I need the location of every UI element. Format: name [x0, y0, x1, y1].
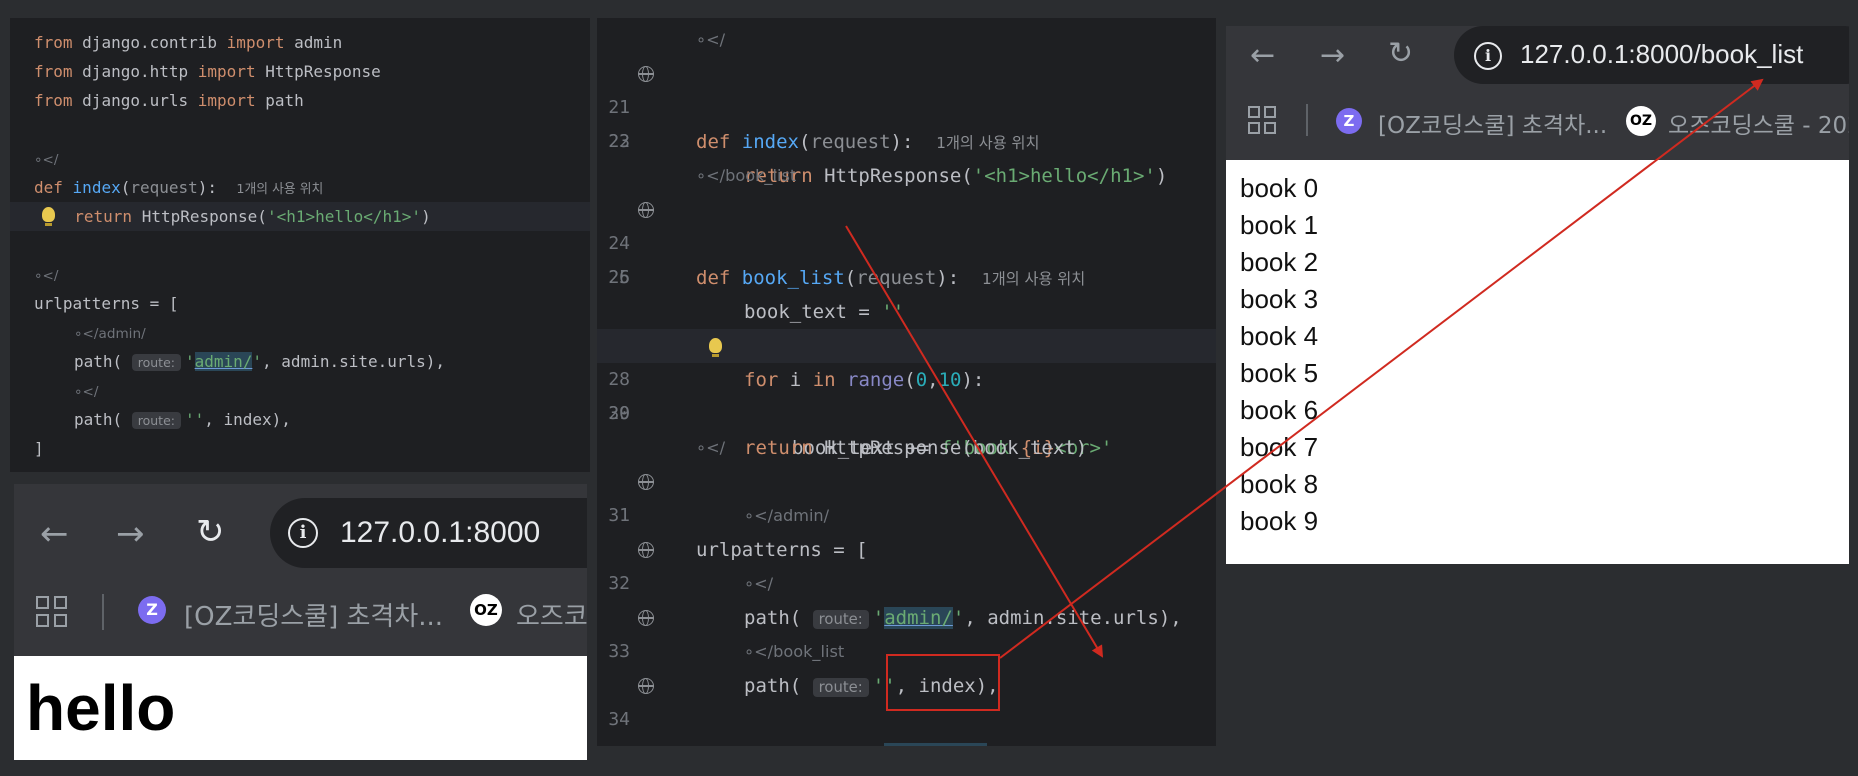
code-line-24[interactable]: 24 def book_list(request): 1개의 사용 위치	[0, 193, 1216, 289]
route-link-icon: ∘<	[696, 438, 720, 457]
book-item: book 5	[1240, 358, 1319, 388]
code-line-31[interactable]: 31 urlpatterns = [	[0, 465, 1216, 561]
book-item: book 8	[1240, 469, 1319, 499]
book-item: book 6	[1240, 395, 1319, 425]
route-hint-book-list-c2[interactable]: ∘</book_list	[0, 635, 1216, 669]
code-line-36[interactable]: 36	[0, 737, 1216, 746]
oz-z-favicon-icon: Z	[1336, 108, 1362, 134]
code-line-29[interactable]: 29 return HttpResponse(book_text)	[0, 363, 1216, 459]
apps-grid-icon[interactable]	[1248, 106, 1276, 134]
code-line-35[interactable]: 35 ]	[0, 703, 1216, 746]
code-line-28-current[interactable]: 28 book_text += f'book {i}<br>'	[597, 329, 1216, 459]
info-icon[interactable]: i	[1474, 42, 1502, 70]
route-hint-root-c3[interactable]: ∘</	[0, 567, 1216, 601]
bookmark-separator	[1306, 104, 1308, 136]
reload-icon[interactable]: ↻	[1388, 36, 1413, 71]
forward-icon[interactable]: →	[1320, 38, 1345, 73]
address-bar[interactable]: i 127.0.0.1:8000/book_list	[1454, 26, 1849, 84]
book-item: book 3	[1240, 284, 1319, 314]
web-globe-icon[interactable]	[638, 201, 654, 218]
route-link-icon: ∘<	[696, 30, 720, 49]
oz-favicon-icon: OZ	[1626, 106, 1656, 136]
route-link-icon: ∘<	[744, 506, 768, 525]
web-globe-icon[interactable]	[638, 541, 654, 558]
route-link-icon: ∘<	[744, 574, 768, 593]
route-hint-admin-c[interactable]: ∘</admin/	[0, 499, 1216, 533]
web-globe-icon[interactable]	[638, 65, 654, 82]
bookmark-ozcoding[interactable]: [OZ코딩스쿨] 초격차...	[1378, 106, 1607, 140]
url-text[interactable]: 127.0.0.1:8000/book_list	[1520, 39, 1803, 70]
code-line-34[interactable]: 34 path( route:'book_list', book_list),	[0, 669, 1216, 746]
code-line-27[interactable]: 27 for i in range(0,10):	[0, 295, 1216, 391]
route-hint-book-list-c1[interactable]: ∘</book_list	[0, 159, 1216, 193]
code-line-21[interactable]: 21 def index(request): 1개의 사용 위치	[0, 57, 1216, 153]
book-item: book 7	[1240, 432, 1319, 462]
book-list-highlight-box	[886, 654, 1000, 711]
book-item: book 9	[1240, 506, 1319, 536]
book-item: book 4	[1240, 321, 1319, 351]
code-line-30[interactable]: 30	[0, 397, 1216, 431]
route-link-icon: ∘<	[744, 642, 768, 661]
code-line-25[interactable]: 25 book_text = ''	[0, 227, 1216, 323]
web-globe-icon[interactable]	[638, 609, 654, 626]
web-globe-icon[interactable]	[638, 677, 654, 694]
book-item: book 1	[1240, 210, 1319, 240]
code-line-26[interactable]: 26	[0, 261, 1216, 295]
lightbulb-icon[interactable]	[709, 338, 722, 357]
code-line-32[interactable]: 32 path( route:'admin/', admin.site.urls…	[0, 533, 1216, 629]
browser-right: ← → ↻ i 127.0.0.1:8000/book_list Z [OZ코딩…	[1226, 26, 1849, 564]
route-hint-root-c1[interactable]: ∘</	[0, 23, 1216, 57]
page-content: book 0 book 1 book 2 book 3 book 4 book …	[1226, 160, 1849, 564]
editor-center-panel: ∘</ 21 def index(request): 1개의 사용 위치 22 …	[0, 18, 1216, 746]
route-link-icon: ∘<	[696, 166, 720, 185]
book-list: book 0 book 1 book 2 book 3 book 4 book …	[1240, 170, 1319, 536]
bookmark-ozcoding-2[interactable]: 오즈코딩스쿨 - 202	[1668, 106, 1849, 140]
code-line-23[interactable]: 23	[0, 125, 1216, 159]
book-item: book 2	[1240, 247, 1319, 277]
route-hint-root-c2[interactable]: ∘</	[0, 431, 1216, 465]
web-globe-icon[interactable]	[638, 473, 654, 490]
code-line-33[interactable]: 33 path( route: '', index),	[0, 601, 1216, 697]
code-line-22[interactable]: 22 return HttpResponse('<h1>hello</h1>')	[0, 91, 1216, 187]
back-icon[interactable]: ←	[1250, 38, 1275, 73]
book-item: book 0	[1240, 173, 1319, 203]
